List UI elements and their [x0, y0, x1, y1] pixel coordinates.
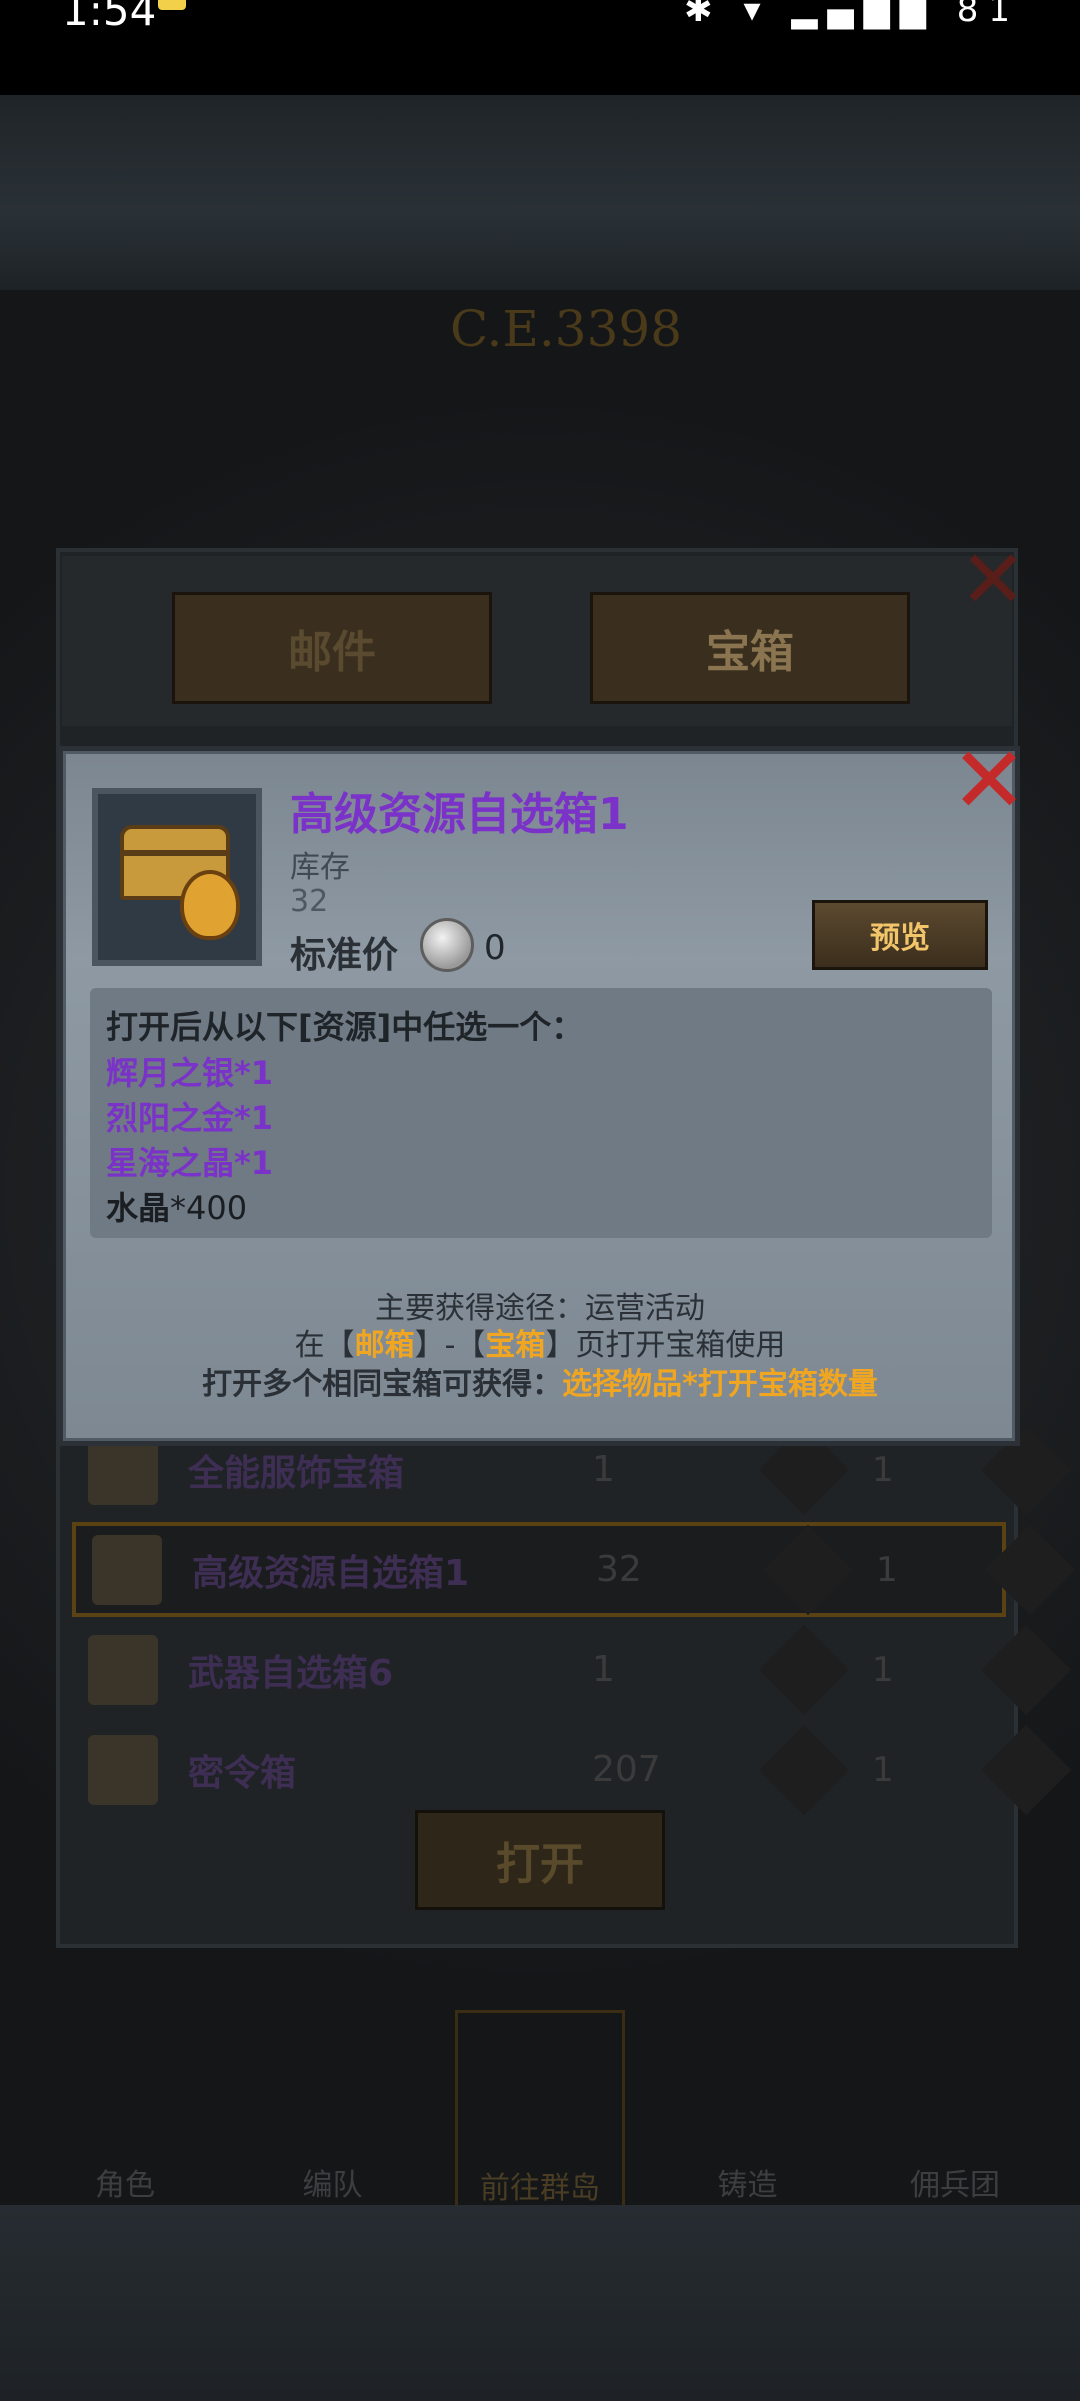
price-label: 标准价	[290, 935, 399, 976]
list-item-qty: 1	[872, 1449, 894, 1490]
list-item-name: 密令箱	[188, 1752, 297, 1794]
preview-button[interactable]: 预览	[812, 900, 988, 970]
list-item-count: 32	[596, 1549, 642, 1590]
status-time: 1:54	[62, 0, 157, 35]
list-item-qty: 1	[872, 1749, 894, 1790]
stock-value: 32	[290, 884, 329, 919]
dim-top-band	[0, 95, 1080, 290]
crystal-amount: *400	[170, 1189, 248, 1227]
list-item-qty: 1	[872, 1649, 894, 1690]
usage-suffix: 】页打开宝箱使用	[545, 1328, 786, 1363]
bottom-nav: 角色 编队 前往群岛 铸造 佣兵团	[40, 2010, 1040, 2210]
chest-icon	[92, 1534, 162, 1605]
stock-label: 库存	[290, 850, 350, 885]
usage-mid: 】-【	[414, 1328, 486, 1363]
tab-mail[interactable]: 邮件	[172, 592, 492, 704]
multi-highlight: 选择物品*打开宝箱数量	[562, 1367, 878, 1402]
multi-prefix: 打开多个相同宝箱可获得：	[202, 1367, 563, 1402]
list-item[interactable]: 密令箱 207 1	[72, 1722, 1072, 1817]
usage-prefix: 在【	[294, 1328, 355, 1363]
nav-item-mercenary: 佣兵团	[910, 2168, 1000, 2203]
usage-mail: 邮箱	[354, 1328, 415, 1363]
list-item-count: 207	[592, 1749, 661, 1790]
nav-item-team: 编队	[302, 2168, 363, 2203]
multi-open-line: 打开多个相同宝箱可获得：选择物品*打开宝箱数量	[0, 1359, 1080, 1403]
list-item-count: 1	[592, 1649, 615, 1690]
item-title: 高级资源自选箱1	[290, 789, 629, 840]
close-icon[interactable]: ✕	[948, 735, 1030, 827]
tab-chest[interactable]: 宝箱	[590, 592, 910, 704]
game-header-ghost: C.E.3398	[450, 300, 683, 358]
option-silver: 辉月之银*1	[106, 1054, 274, 1092]
open-button[interactable]: 打开	[415, 1810, 665, 1910]
price-value: 0	[484, 928, 506, 968]
nav-item-islands: 前往群岛	[455, 2010, 625, 2210]
list-item-name: 武器自选箱6	[188, 1652, 394, 1694]
list-item-name: 高级资源自选箱1	[192, 1552, 470, 1594]
minus-button[interactable]	[762, 1524, 854, 1615]
minus-button[interactable]	[758, 1724, 850, 1815]
notification-icon	[158, 0, 186, 10]
list-item-count: 1	[592, 1449, 615, 1490]
dim-bottom-band	[0, 2205, 1080, 2401]
option-gold: 烈阳之金*1	[106, 1099, 274, 1137]
nav-item-role: 角色	[95, 2168, 155, 2203]
usage-chest: 宝箱	[485, 1328, 546, 1363]
description-intro: 打开后从以下[资源]中任选一个：	[106, 1008, 584, 1046]
usage-line: 在【邮箱】-【宝箱】页打开宝箱使用	[0, 1320, 1080, 1364]
window-close-icon[interactable]: ✕	[958, 540, 1028, 620]
nav-item-forge: 铸造	[717, 2168, 778, 2203]
chest-lid-icon	[120, 850, 230, 856]
money-bag-icon	[180, 870, 240, 940]
option-crystal-star: 星海之晶*1	[106, 1144, 274, 1182]
status-bar: 1:54 ✱ ▾ ▂▄▆█ 81	[0, 0, 1080, 95]
status-icons: ✱ ▾ ▂▄▆█ 81	[684, 0, 1020, 30]
list-item-qty: 1	[876, 1549, 898, 1590]
list-item[interactable]: 武器自选箱6 1 1	[72, 1622, 1072, 1717]
option-crystal: 水晶*400	[106, 1183, 247, 1229]
silver-coin-icon	[420, 918, 474, 972]
minus-button[interactable]	[758, 1624, 850, 1715]
chest-icon	[88, 1634, 158, 1705]
chest-icon	[88, 1734, 158, 1805]
list-item-selected[interactable]: 高级资源自选箱1 32 1	[72, 1522, 1076, 1617]
list-item-name: 全能服饰宝箱	[188, 1452, 405, 1494]
crystal-name: 水晶	[106, 1189, 171, 1227]
